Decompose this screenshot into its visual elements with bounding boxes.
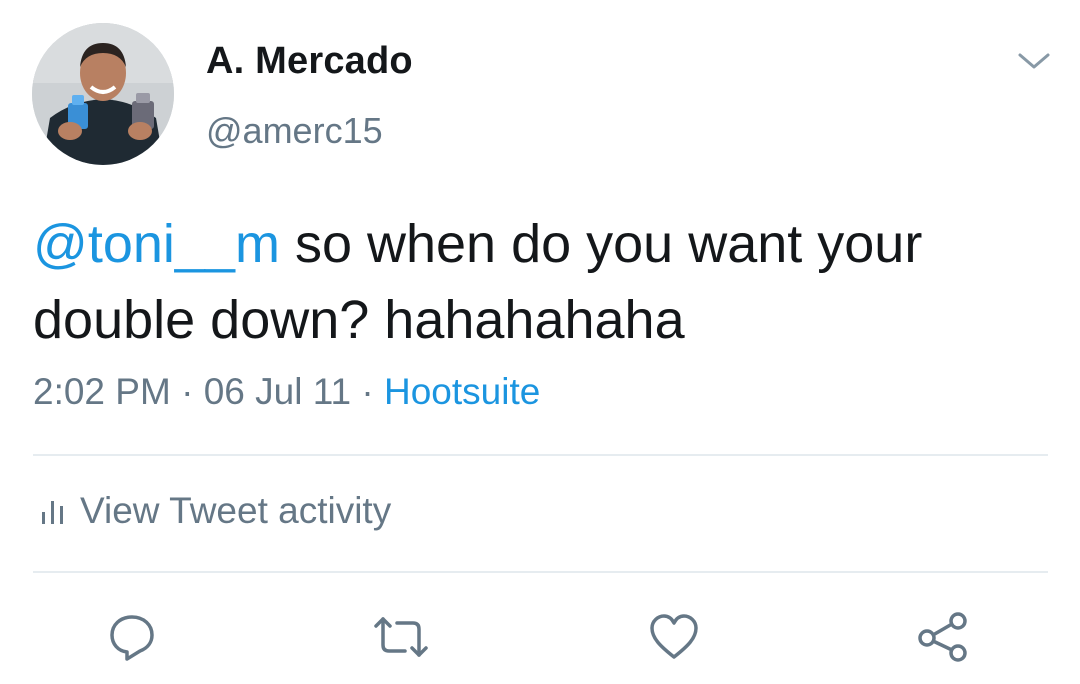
tweet-time[interactable]: 2:02 PM — [33, 371, 171, 412]
reply-icon — [110, 615, 154, 661]
author-handle[interactable]: @amerc15 — [206, 110, 383, 152]
retweet-button[interactable] — [373, 609, 429, 665]
author-name[interactable]: A. Mercado — [206, 40, 413, 83]
meta-separator: · — [361, 371, 374, 412]
reply-button[interactable] — [104, 609, 160, 665]
avatar-photo — [32, 23, 174, 165]
retweet-icon — [374, 617, 428, 657]
share-button[interactable] — [915, 609, 971, 665]
share-icon — [918, 612, 967, 662]
divider — [33, 454, 1048, 456]
heart-icon — [650, 614, 698, 659]
like-button[interactable] — [646, 609, 702, 665]
bar-chart-icon — [42, 501, 63, 524]
view-tweet-activity-label: View Tweet activity — [80, 490, 392, 531]
avatar[interactable] — [32, 23, 174, 165]
tweet-text: @toni__m so when do you want your double… — [33, 206, 1048, 358]
tweet-date[interactable]: 06 Jul 11 — [204, 371, 351, 412]
mention-link[interactable]: @toni__m — [33, 214, 280, 274]
tweet-meta: 2:02 PM · 06 Jul 11 · Hootsuite — [33, 371, 540, 413]
meta-separator: · — [181, 371, 194, 412]
divider — [33, 571, 1048, 573]
tweet-source[interactable]: Hootsuite — [384, 371, 540, 412]
view-tweet-activity-button[interactable]: View Tweet activity — [40, 490, 391, 532]
chevron-down-icon[interactable] — [1012, 46, 1056, 76]
